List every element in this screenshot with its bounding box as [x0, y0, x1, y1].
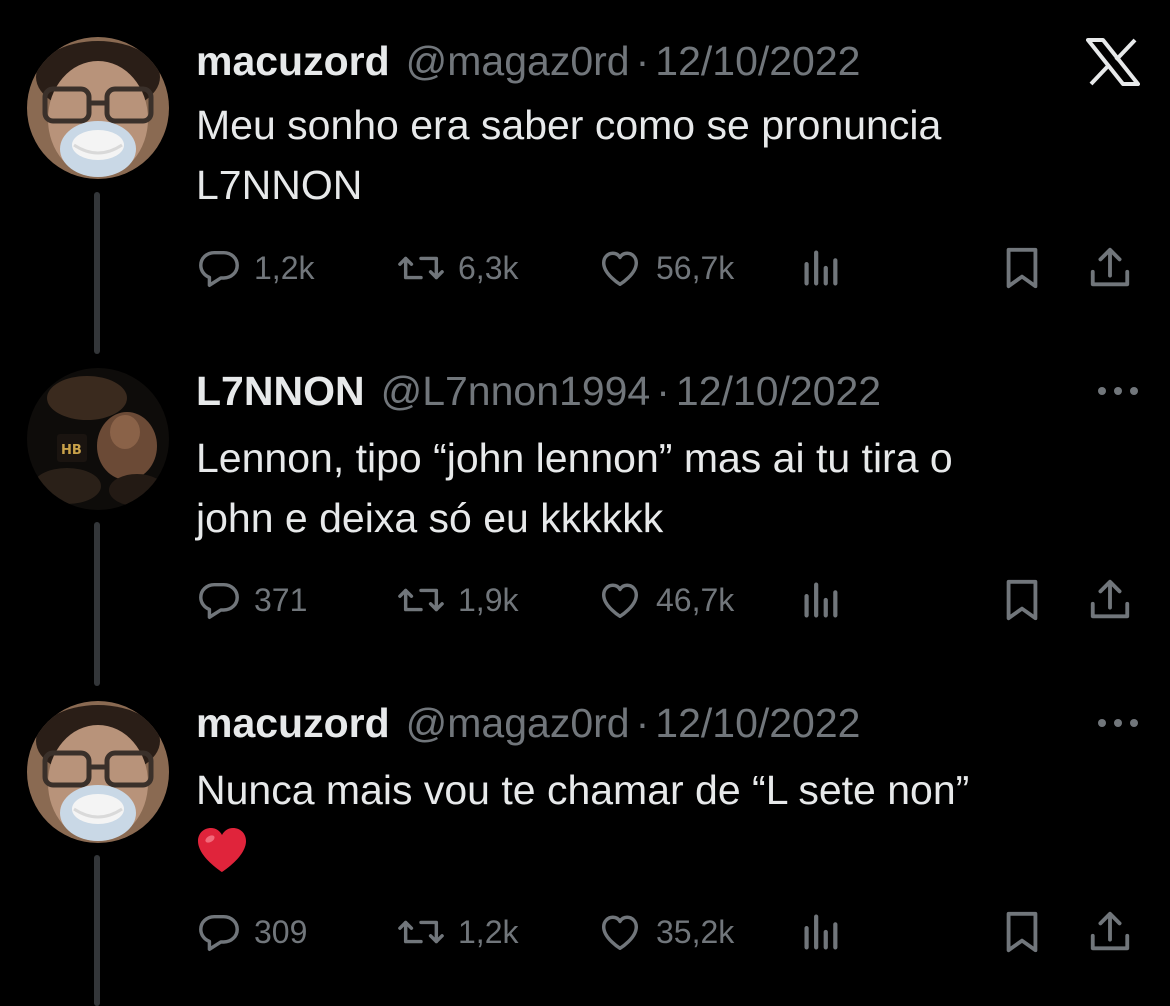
- tweet-text-line: Lennon, tipo “john lennon” mas ai tu tir…: [196, 435, 953, 481]
- like-icon: [596, 909, 644, 955]
- views-icon: [800, 577, 840, 623]
- bookmark-button[interactable]: [1002, 908, 1042, 956]
- thread-connector-line: [94, 522, 100, 686]
- retweet-icon: [396, 245, 446, 291]
- tweet-text-line: Nunca mais vou te chamar de “L sete non”: [196, 767, 970, 813]
- svg-text:HB: HB: [61, 443, 82, 458]
- user-handle[interactable]: @magaz0rd: [406, 36, 630, 86]
- bookmark-icon: [1002, 245, 1042, 291]
- like-button[interactable]: 46,7k: [596, 576, 734, 624]
- thread-connector-line: [94, 855, 100, 1006]
- like-button[interactable]: 56,7k: [596, 244, 734, 292]
- separator-dot: ·: [656, 368, 670, 414]
- share-button[interactable]: [1088, 244, 1132, 292]
- bookmark-icon: [1002, 577, 1042, 623]
- tweet-text: Lennon, tipo “john lennon” mas ai tu tir…: [196, 428, 1136, 548]
- retweet-icon: [396, 909, 446, 955]
- tweet-header: macuzord @magaz0rd · 12/10/2022: [196, 36, 860, 86]
- bookmark-button[interactable]: [1002, 244, 1042, 292]
- views-button[interactable]: [800, 576, 840, 624]
- like-count: 46,7k: [656, 581, 735, 618]
- tweet-header: L7NNON @L7nnon1994 · 12/10/2022: [196, 366, 881, 416]
- views-button[interactable]: [800, 244, 840, 292]
- like-icon: [596, 245, 644, 291]
- reply-button[interactable]: 371: [196, 576, 307, 624]
- avatar[interactable]: [27, 701, 169, 843]
- share-icon: [1088, 577, 1132, 623]
- reply-button[interactable]: 1,2k: [196, 244, 314, 292]
- retweet-button[interactable]: 1,9k: [396, 576, 518, 624]
- separator-dot: ·: [635, 38, 650, 84]
- separator-dot: ·: [635, 700, 650, 746]
- retweet-button[interactable]: 1,2k: [396, 908, 518, 956]
- tweet-text: Nunca mais vou te chamar de “L sete non”: [196, 760, 1136, 874]
- reply-count: 1,2k: [254, 249, 315, 286]
- retweet-count: 1,9k: [458, 581, 519, 618]
- share-icon: [1088, 909, 1132, 955]
- retweet-button[interactable]: 6,3k: [396, 244, 518, 292]
- red-heart-emoji: [198, 828, 246, 872]
- display-name[interactable]: macuzord: [196, 36, 390, 86]
- views-icon: [800, 909, 840, 955]
- avatar[interactable]: HB: [27, 368, 169, 510]
- more-options-icon[interactable]: [1096, 716, 1140, 734]
- tweet-actions: 309 1,2k 35,2k: [196, 908, 1146, 956]
- retweet-icon: [396, 577, 446, 623]
- reply-count: 309: [254, 913, 308, 950]
- display-name[interactable]: L7NNON: [196, 366, 365, 416]
- share-button[interactable]: [1088, 576, 1132, 624]
- bookmark-icon: [1002, 909, 1042, 955]
- reply-button[interactable]: 309: [196, 908, 307, 956]
- tweet-text-line: L7NNON: [196, 162, 363, 208]
- user-handle[interactable]: @L7nnon1994: [381, 366, 651, 416]
- tweet-date[interactable]: 12/10/2022: [676, 366, 881, 416]
- reply-icon: [196, 245, 242, 291]
- views-button[interactable]: [800, 908, 840, 956]
- like-icon: [596, 577, 644, 623]
- tweet-text-line: Meu sonho era saber como se pronuncia: [196, 102, 942, 148]
- more-options-icon[interactable]: [1096, 384, 1140, 402]
- like-count: 56,7k: [656, 249, 735, 286]
- share-icon: [1088, 245, 1132, 291]
- display-name[interactable]: macuzord: [196, 698, 390, 748]
- like-button[interactable]: 35,2k: [596, 908, 734, 956]
- tweet-date[interactable]: 12/10/2022: [655, 698, 860, 748]
- retweet-count: 1,2k: [458, 913, 519, 950]
- tweet-date[interactable]: 12/10/2022: [655, 36, 860, 86]
- retweet-count: 6,3k: [458, 249, 519, 286]
- tweet-header: macuzord @magaz0rd · 12/10/2022: [196, 698, 860, 748]
- reply-icon: [196, 577, 242, 623]
- tweet-actions: 371 1,9k 46,7k: [196, 576, 1146, 624]
- reply-count: 371: [254, 581, 308, 618]
- tweet-text: Meu sonho era saber como se pronuncia L7…: [196, 95, 1136, 215]
- avatar[interactable]: [27, 37, 169, 179]
- user-handle[interactable]: @magaz0rd: [406, 698, 630, 748]
- tweet-text-line: john e deixa só eu kkkkkk: [196, 495, 664, 541]
- tweet-actions: 1,2k 6,3k 56,7k: [196, 244, 1146, 292]
- x-logo-icon: [1086, 38, 1140, 91]
- thread-connector-line: [94, 192, 100, 354]
- bookmark-button[interactable]: [1002, 576, 1042, 624]
- views-icon: [800, 245, 840, 291]
- share-button[interactable]: [1088, 908, 1132, 956]
- like-count: 35,2k: [656, 913, 735, 950]
- reply-icon: [196, 909, 242, 955]
